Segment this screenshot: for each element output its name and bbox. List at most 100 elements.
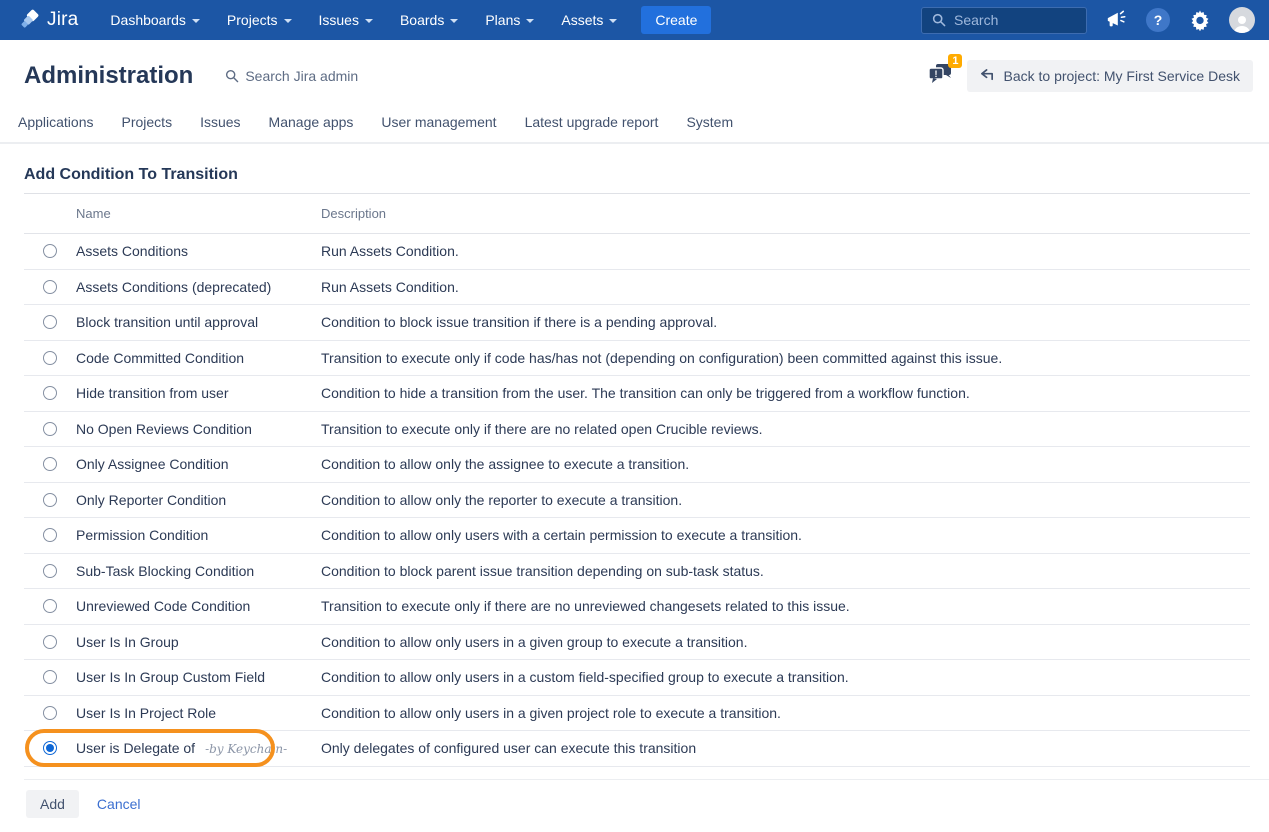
condition-radio[interactable] [43,528,57,542]
notification-badge: 1 [948,54,962,68]
condition-name: Only Reporter Condition [76,492,226,508]
condition-description: Run Assets Condition. [321,279,1250,295]
nav-item-issues[interactable]: Issues [319,12,373,28]
nav-item-assets[interactable]: Assets [561,12,617,28]
condition-description: Only delegates of configured user can ex… [321,740,1250,756]
condition-description: Condition to allow only users in a custo… [321,669,1250,685]
admin-search-label: Search Jira admin [245,68,358,84]
condition-description: Transition to execute only if code has/h… [321,350,1250,366]
condition-name: Assets Conditions (deprecated) [76,279,271,295]
column-header-name: Name [76,206,321,221]
condition-radio[interactable] [43,564,57,578]
condition-name: User is Delegate of [76,740,195,756]
nav-menu: Dashboards Projects Issues Boards Plans Asset… [110,12,617,28]
jira-logo[interactable]: Jira [18,9,78,31]
condition-radio[interactable] [43,599,57,613]
nav-item-boards[interactable]: Boards [400,12,458,28]
create-button[interactable]: Create [641,6,711,34]
feedback-icon[interactable]: ! 1 [927,62,953,91]
svg-text:!: ! [935,69,938,79]
condition-radio[interactable] [43,670,57,684]
condition-radio[interactable] [43,315,57,329]
condition-radio[interactable] [43,280,57,294]
help-icon[interactable]: ? [1145,7,1171,33]
column-header-description: Description [321,206,1250,221]
admin-header: Administration Search Jira admin ! 1 Bac… [0,40,1269,106]
condition-radio[interactable] [43,493,57,507]
brand-name: Jira [47,9,78,31]
table-row: Unreviewed Code Condition Transition to e… [24,589,1250,625]
table-row: Only Assignee ConditionCondition to allo… [24,447,1250,483]
nav-item-projects[interactable]: Projects [227,12,292,28]
search-input[interactable] [954,12,1064,28]
return-arrow-icon [980,69,995,83]
condition-description: Transition to execute only if there are … [321,598,1250,614]
condition-radio[interactable] [43,244,57,258]
tab-manage-apps[interactable]: Manage apps [267,106,356,142]
condition-name: Assets Conditions [76,243,188,259]
condition-description: Run Assets Condition. [321,243,1250,259]
condition-name: Unreviewed Code Condition [76,598,250,614]
vendor-suffix: -by Keychain- [205,742,287,756]
condition-radio[interactable] [43,422,57,436]
condition-description: Condition to block issue transition if t… [321,314,1250,330]
condition-name: Hide transition from user [76,385,229,401]
jira-mark-icon [18,9,40,31]
tab-issues[interactable]: Issues [198,106,242,142]
conditions-table: Name Description Assets Conditions Run As… [24,194,1250,767]
top-navbar: Jira Dashboards Projects Issues Boards Plans… [0,0,1269,40]
table-row: Permission ConditionCondition to allow o… [24,518,1250,554]
chevron-down-icon [284,19,292,23]
table-row: User Is In Group Custom Field Condition t… [24,660,1250,696]
condition-name: User Is In Group Custom Field [76,669,265,685]
condition-description: Condition to block parent issue transiti… [321,563,1250,579]
admin-tabs: Applications Projects Issues Manage apps Use… [0,106,1269,144]
condition-name: User Is In Group [76,634,179,650]
tab-applications[interactable]: Applications [16,106,96,142]
condition-name: Block transition until approval [76,314,258,330]
condition-description: Transition to execute only if there are … [321,421,1250,437]
condition-name: No Open Reviews Condition [76,421,252,437]
condition-name: Sub-Task Blocking Condition [76,563,254,579]
condition-name: Code Committed Condition [76,350,244,366]
condition-radio[interactable] [43,386,57,400]
tab-projects[interactable]: Projects [120,106,175,142]
avatar[interactable] [1229,7,1255,33]
tab-system[interactable]: System [684,106,735,142]
condition-radio[interactable] [43,706,57,720]
condition-radio[interactable] [43,635,57,649]
table-row: Assets Conditions (deprecated) Run Assets… [24,270,1250,306]
condition-description: Condition to hide a transition from the … [321,385,1250,401]
tab-latest-upgrade-report[interactable]: Latest upgrade report [523,106,661,142]
table-header-row: Name Description [24,194,1250,234]
global-search[interactable] [921,7,1087,34]
table-row: User Is In Group Condition to allow only … [24,625,1250,661]
condition-description: Condition to allow only users in a given… [321,634,1250,650]
nav-item-dashboards[interactable]: Dashboards [110,12,200,28]
condition-radio[interactable] [43,457,57,471]
search-icon [225,69,239,83]
table-row: User Is In Project RoleCondition to allo… [24,696,1250,732]
condition-radio[interactable] [43,741,57,755]
condition-description: Condition to allow only the reporter to … [321,492,1250,508]
condition-radio[interactable] [43,351,57,365]
gear-icon[interactable] [1187,7,1213,33]
table-row: Block transition until approval Condition… [24,305,1250,341]
back-to-project-button[interactable]: Back to project: My First Service Desk [967,60,1253,92]
admin-search[interactable]: Search Jira admin [225,68,358,84]
chevron-down-icon [192,19,200,23]
add-button[interactable]: Add [26,790,79,818]
main-content: Add Condition To Transition Name Descrip… [0,144,1269,818]
table-row: Assets Conditions Run Assets Condition. [24,234,1250,270]
cancel-link[interactable]: Cancel [97,796,141,812]
tab-user-management[interactable]: User management [379,106,498,142]
section-title: Add Condition To Transition [24,166,1250,194]
table-row: No Open Reviews Condition Transition to e… [24,412,1250,448]
nav-item-plans[interactable]: Plans [485,12,534,28]
table-row: Sub-Task Blocking Condition Condition to … [24,554,1250,590]
announcements-icon[interactable] [1103,7,1129,33]
condition-name: Permission Condition [76,527,208,543]
table-row: Only Reporter Condition Condition to allo… [24,483,1250,519]
condition-description: Condition to allow only users in a given… [321,705,1250,721]
chevron-down-icon [609,19,617,23]
